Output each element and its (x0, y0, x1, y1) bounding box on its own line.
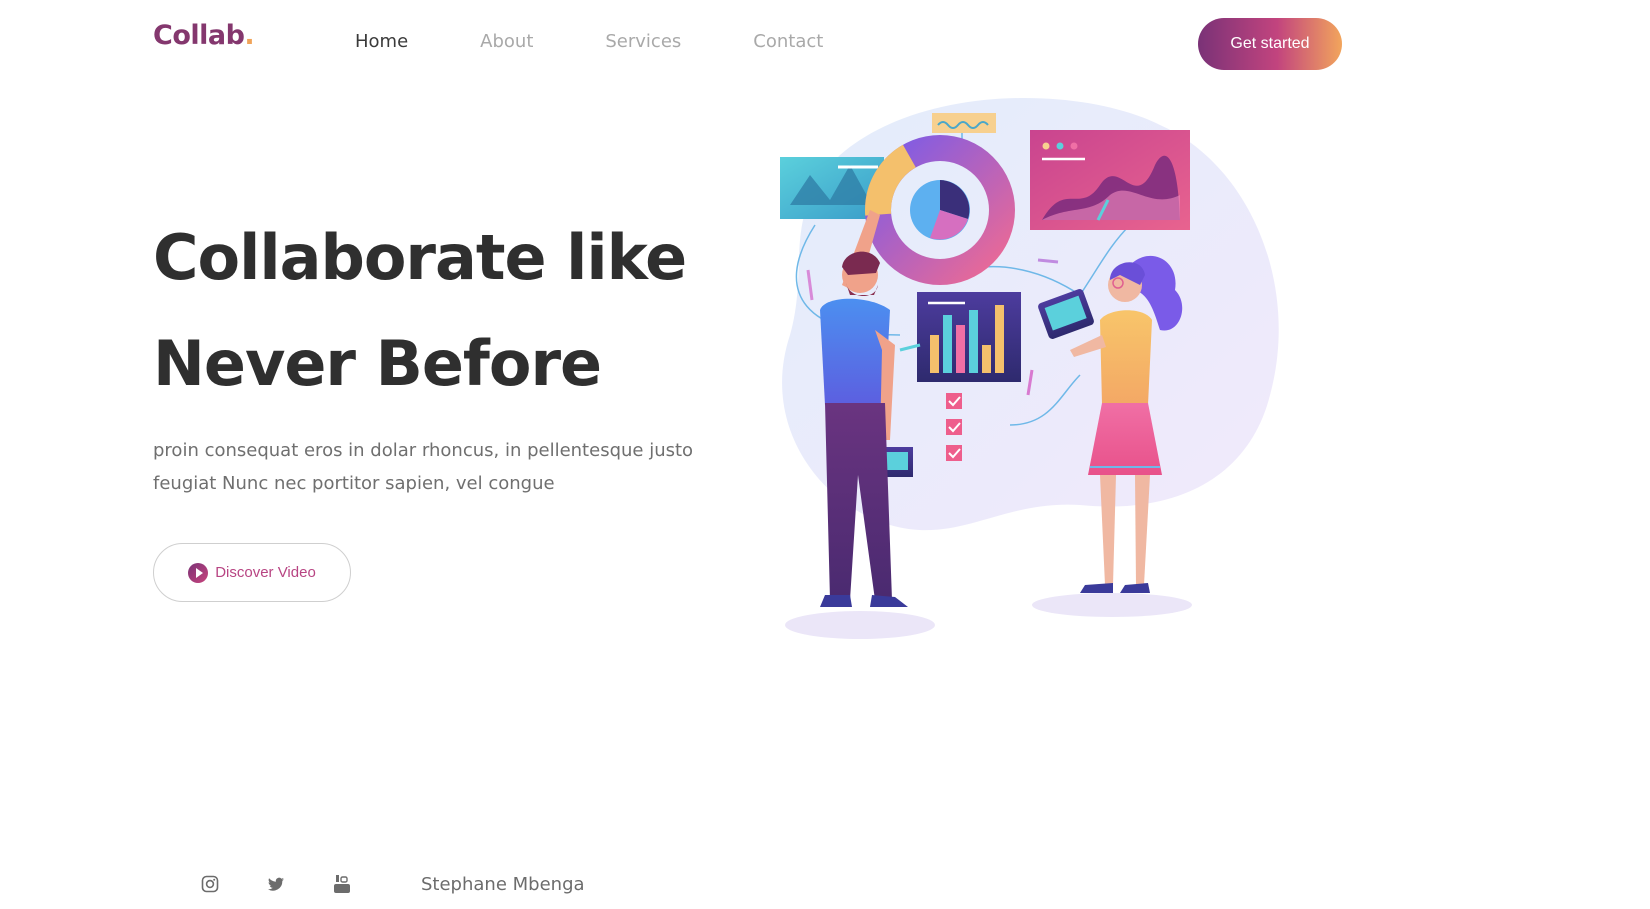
logo-text: Collab (153, 20, 245, 51)
author-name: Stephane Mbenga (421, 874, 585, 895)
logo[interactable]: Collab. (153, 20, 255, 51)
nav-link-services[interactable]: Services (605, 31, 681, 52)
get-started-button[interactable]: Get started (1198, 18, 1342, 70)
youtube-icon[interactable] (332, 874, 352, 894)
discover-video-button[interactable]: Discover Video (153, 543, 351, 602)
main-nav: Home About Services Contact (355, 31, 895, 52)
social-links (200, 874, 398, 894)
team-dashboard-illustration (780, 97, 1279, 639)
hero-title-line-2: Never Before (153, 327, 602, 400)
twitter-icon[interactable] (266, 874, 286, 894)
landing-page: Collab. Home About Services Contact Get … (0, 0, 1650, 909)
hero-title-line-1: Collaborate like (153, 221, 687, 294)
nav-link-about[interactable]: About (480, 31, 533, 52)
nav-link-home[interactable]: Home (355, 31, 408, 52)
discover-video-label: Discover Video (215, 564, 316, 581)
instagram-icon[interactable] (200, 874, 220, 894)
logo-dot: . (244, 20, 255, 51)
nav-link-contact[interactable]: Contact (753, 31, 823, 52)
hero-title: Collaborate like Never Before (153, 205, 687, 417)
play-icon (188, 562, 209, 583)
hero-description: proin consequat eros in dolar rhoncus, i… (153, 440, 694, 494)
